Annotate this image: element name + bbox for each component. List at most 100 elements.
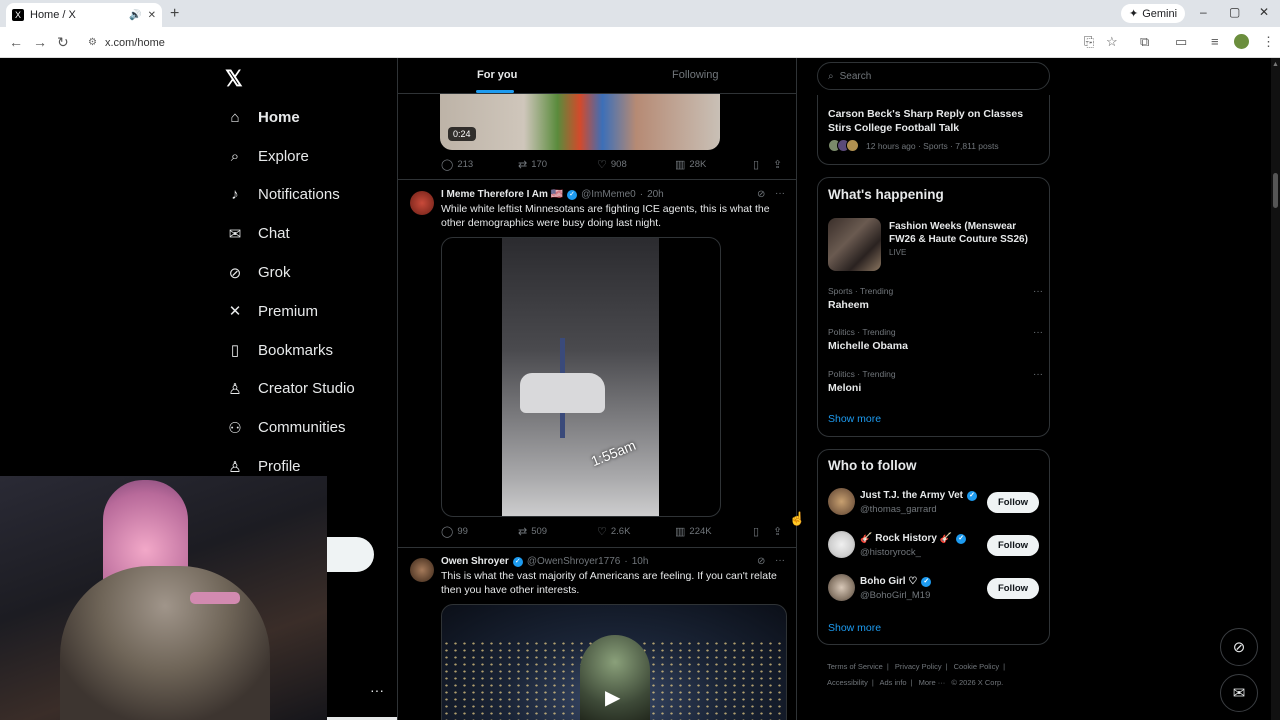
tab-following[interactable]: Following xyxy=(672,69,718,81)
new-tab-button[interactable]: + xyxy=(170,5,179,23)
more-link[interactable]: More ··· xyxy=(919,678,946,687)
event-image[interactable] xyxy=(828,218,881,271)
ads-info-link[interactable]: Ads info xyxy=(879,678,906,687)
follow-button[interactable]: Follow xyxy=(987,578,1039,599)
post-more-icon[interactable]: ··· xyxy=(775,555,785,566)
avatar[interactable] xyxy=(828,574,855,601)
share-button[interactable]: ⇪ xyxy=(773,525,782,538)
account-name[interactable]: 🎸 Rock History 🎸 xyxy=(860,533,952,544)
bookmark-post-button[interactable]: ▯ xyxy=(753,158,759,171)
nav-bookmarks[interactable]: ▯ Bookmarks xyxy=(226,331,355,370)
account-handle: @thomas_garrard xyxy=(860,504,937,515)
author-name[interactable]: Owen Shroyer xyxy=(441,556,509,567)
post-time[interactable]: 20h xyxy=(647,189,664,200)
repost-button[interactable]: ⇄ 509 xyxy=(518,525,547,538)
reply-icon: ◯ xyxy=(441,159,454,171)
split-view-icon[interactable]: ▭ xyxy=(1175,34,1187,50)
bookmark-post-button[interactable]: ▯ xyxy=(753,525,759,538)
news-trend-card[interactable]: Carson Beck's Sharp Reply on Classes Sti… xyxy=(817,95,1050,165)
url-field[interactable]: ⚙ x.com/home xyxy=(82,32,1082,53)
post-video[interactable]: ▶ xyxy=(441,604,787,720)
account-name[interactable]: Just T.J. the Army Vet xyxy=(860,490,963,501)
trend-item[interactable]: Sports · Trending Raheem ··· xyxy=(828,286,1043,311)
event-title[interactable]: Fashion Weeks (Menswear FW26 & Haute Cou… xyxy=(889,220,1039,246)
post-media[interactable] xyxy=(440,94,720,150)
messages-fab-button[interactable]: ✉ xyxy=(1220,674,1258,712)
minimize-button[interactable]: – xyxy=(1200,5,1207,19)
privacy-link[interactable]: Privacy Policy xyxy=(895,662,942,671)
close-tab-icon[interactable]: ✕ xyxy=(148,10,156,21)
share-icon: ⇪ xyxy=(773,159,783,171)
trend-more-icon[interactable]: ··· xyxy=(1033,369,1043,380)
tab-for-you[interactable]: For you xyxy=(477,69,517,81)
nav-creator-studio[interactable]: ♙ Creator Studio xyxy=(226,370,354,409)
show-more-link[interactable]: Show more xyxy=(828,413,881,425)
nav-grok[interactable]: ⊘ Grok xyxy=(226,253,355,292)
views-button[interactable]: ▥ 28K xyxy=(675,158,706,171)
terms-link[interactable]: Terms of Service xyxy=(827,662,883,671)
scroll-up-icon[interactable]: ▲ xyxy=(1272,61,1279,68)
follow-suggestion[interactable]: 🎸 Rock History 🎸 ✓ @historyrock_ Follow xyxy=(828,531,1040,561)
scrollbar-thumb[interactable] xyxy=(1273,173,1278,208)
accessibility-link[interactable]: Accessibility xyxy=(827,678,868,687)
site-info-icon[interactable]: ⚙ xyxy=(88,37,97,48)
media-controls-icon[interactable]: ≡ xyxy=(1211,34,1219,49)
avatar[interactable] xyxy=(828,488,855,515)
show-more-link[interactable]: Show more xyxy=(828,622,881,634)
forward-icon[interactable]: → xyxy=(33,34,47,50)
close-window-button[interactable]: ✕ xyxy=(1259,5,1269,19)
post-time[interactable]: 10h xyxy=(632,556,649,567)
grok-fab-button[interactable]: ⊘ xyxy=(1220,628,1258,666)
nav-communities[interactable]: ⚇ Communities xyxy=(226,408,355,447)
nav-premium[interactable]: ✕ Premium xyxy=(226,292,355,331)
page-scrollbar[interactable]: ▲ xyxy=(1271,58,1280,720)
extensions-icon[interactable]: ⧉ xyxy=(1140,34,1149,50)
cookie-link[interactable]: Cookie Policy xyxy=(954,662,999,671)
account-name[interactable]: Boho Girl ♡ xyxy=(860,576,917,587)
reply-button[interactable]: ◯ 99 xyxy=(441,525,468,538)
trend-item[interactable]: Politics · Trending Meloni ··· xyxy=(828,369,1043,394)
trend-more-icon[interactable]: ··· xyxy=(1033,286,1043,297)
follow-suggestion[interactable]: Just T.J. the Army Vet ✓ @thomas_garrard … xyxy=(828,488,1040,518)
install-icon[interactable]: ⎘ xyxy=(1084,34,1094,50)
like-button[interactable]: ♡ 2.6K xyxy=(597,525,630,538)
follow-button[interactable]: Follow xyxy=(987,535,1039,556)
nav-notifications[interactable]: ♪ Notifications xyxy=(226,176,355,215)
browser-profile-avatar[interactable] xyxy=(1234,34,1249,49)
reload-icon[interactable]: ↻ xyxy=(57,34,69,51)
views-button[interactable]: ▥ 224K xyxy=(675,525,712,538)
author-name[interactable]: I Meme Therefore I Am 🇺🇸 xyxy=(441,189,563,200)
grok-post-icon[interactable]: ⊘ xyxy=(757,189,765,200)
share-button[interactable]: ⇪ xyxy=(773,158,782,171)
speaker-icon[interactable]: 🔊 xyxy=(129,10,141,21)
maximize-button[interactable]: ▢ xyxy=(1229,5,1240,19)
follow-button[interactable]: Follow xyxy=(987,492,1039,513)
post-more-icon[interactable]: ··· xyxy=(775,188,785,199)
author-handle[interactable]: @OwenShroyer1776 xyxy=(527,556,621,567)
play-icon[interactable]: ▶ xyxy=(605,685,620,710)
follow-suggestion[interactable]: Boho Girl ♡ ✓ @BohoGirl_M19 Follow xyxy=(828,574,1040,604)
gemini-button[interactable]: ✦ Gemini xyxy=(1121,4,1186,23)
post-video[interactable]: 1:55am xyxy=(441,237,721,517)
post-button[interactable] xyxy=(327,537,374,572)
repost-button[interactable]: ⇄ 170 xyxy=(518,158,547,171)
nav-chat[interactable]: ✉ Chat xyxy=(226,214,355,253)
trend-more-icon[interactable]: ··· xyxy=(1033,327,1043,338)
grok-post-icon[interactable]: ⊘ xyxy=(757,556,765,567)
browser-tab[interactable]: X Home / X 🔊 ✕ xyxy=(6,3,162,27)
reply-button[interactable]: ◯ 213 xyxy=(441,158,473,171)
account-more-icon[interactable]: ··· xyxy=(370,682,384,698)
search-input[interactable]: ⌕ Search xyxy=(817,62,1050,90)
author-handle[interactable]: @ImMeme0 xyxy=(581,189,636,200)
bookmark-star-icon[interactable]: ☆ xyxy=(1106,34,1118,50)
nav-explore[interactable]: ⌕ Explore xyxy=(226,137,355,176)
avatar[interactable] xyxy=(410,558,434,582)
nav-home[interactable]: ⌂ Home xyxy=(226,98,355,137)
browser-menu-icon[interactable]: ⋮ xyxy=(1262,34,1275,50)
trend-item[interactable]: Politics · Trending Michelle Obama ··· xyxy=(828,327,1043,352)
avatar[interactable] xyxy=(828,531,855,558)
like-button[interactable]: ♡ 908 xyxy=(597,158,627,171)
back-icon[interactable]: ← xyxy=(9,34,23,50)
x-logo-icon[interactable]: 𝕏 xyxy=(225,66,243,92)
avatar[interactable] xyxy=(410,191,434,215)
